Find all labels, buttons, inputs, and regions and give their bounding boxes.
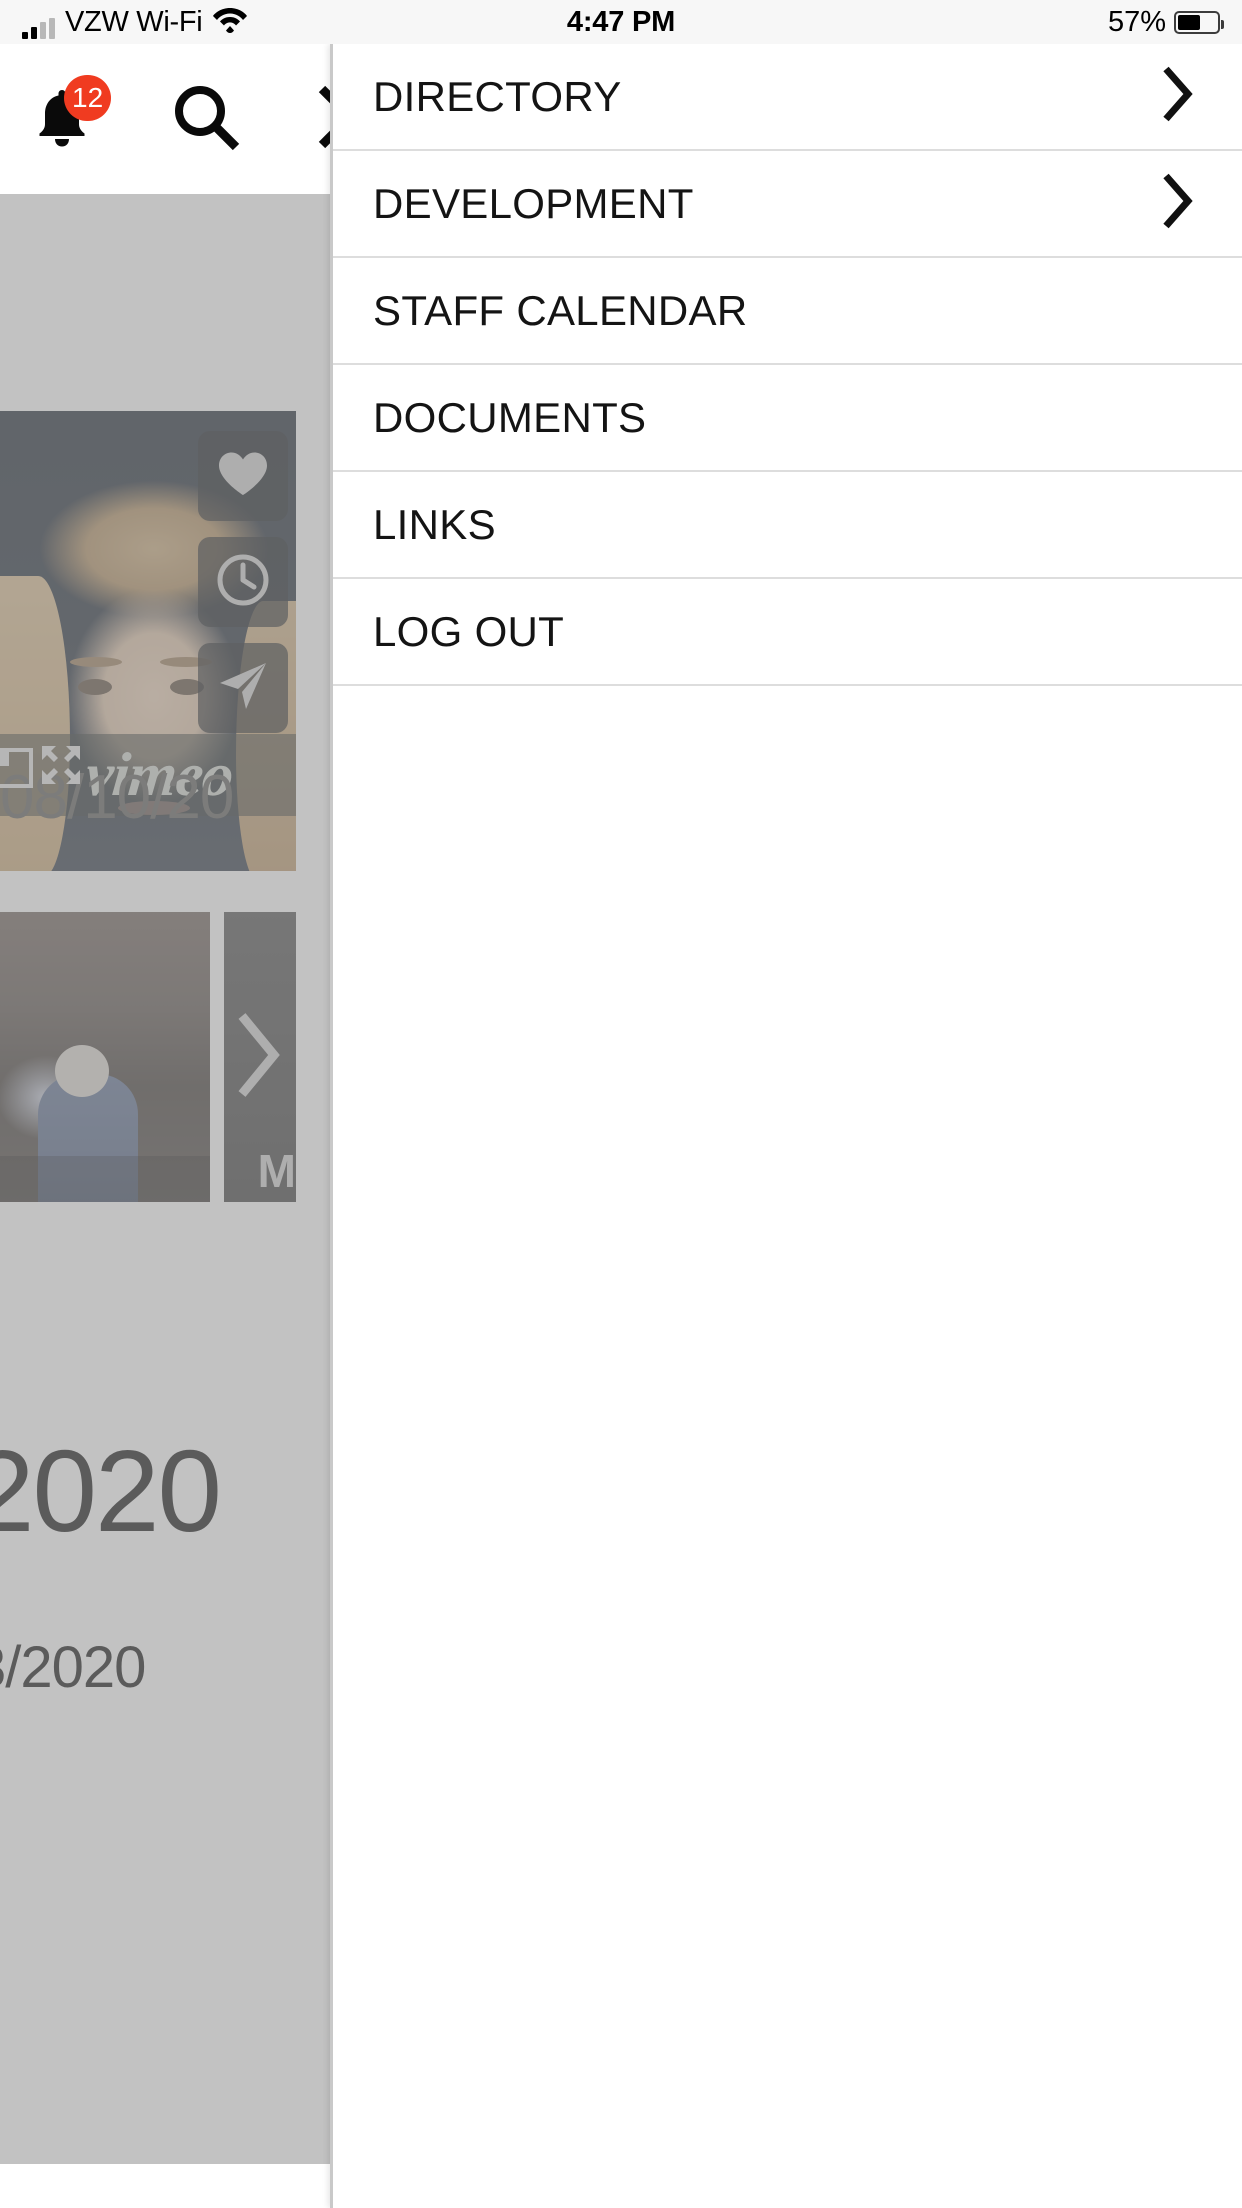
status-bar-time: 4:47 PM [566, 5, 676, 38]
search-button[interactable] [164, 77, 248, 161]
share-button[interactable] [198, 643, 288, 733]
menu-item-label: DEVELOPMENT [373, 179, 694, 227]
like-button[interactable] [198, 431, 288, 521]
menu-item-links[interactable]: LINKS [333, 472, 1242, 579]
carousel-thumbnail[interactable] [0, 912, 210, 1202]
chevron-right-icon [228, 1006, 286, 1109]
heart-icon [217, 450, 269, 503]
menu-item-staff-calendar[interactable]: STAFF CALENDAR [333, 258, 1242, 365]
article-headline: 2020 [0, 1426, 222, 1556]
video-action-buttons [198, 431, 288, 733]
chevron-right-icon [1156, 170, 1196, 237]
article-date: 3/2020 [0, 1635, 146, 1700]
battery-icon [1174, 10, 1224, 34]
notifications-button[interactable]: 12 [20, 75, 112, 161]
video-decor [70, 657, 122, 667]
navigation-drawer: DIRECTORY DEVELOPMENT STAFF CALENDAR DOC… [330, 44, 1242, 2208]
battery-percent-label: 57% [1107, 5, 1166, 38]
status-bar: VZW Wi-Fi 4:47 PM 57% [0, 0, 1242, 44]
picture-in-picture-icon[interactable] [0, 746, 34, 795]
fullscreen-expand-icon[interactable] [36, 740, 86, 795]
menu-item-log-out[interactable]: LOG OUT [333, 579, 1242, 686]
thumbnail-caption-bar [0, 1156, 210, 1202]
menu-item-label: DIRECTORY [373, 72, 622, 120]
search-icon [170, 81, 242, 158]
video-player[interactable]: vimeo 08/10/20 [0, 411, 296, 871]
notification-badge: 12 [64, 75, 112, 121]
menu-item-label: DOCUMENTS [373, 393, 647, 441]
menu-item-label: STAFF CALENDAR [373, 286, 748, 334]
video-decor [78, 679, 112, 695]
menu-item-documents[interactable]: DOCUMENTS [333, 365, 1242, 472]
status-bar-right: 57% [1107, 5, 1224, 39]
share-paper-plane-icon [216, 659, 270, 718]
menu-item-development[interactable]: DEVELOPMENT [333, 151, 1242, 258]
menu-item-directory[interactable]: DIRECTORY [333, 44, 1242, 151]
chevron-right-icon [1156, 63, 1196, 130]
clock-icon [216, 553, 270, 612]
menu-item-label: LINKS [373, 500, 496, 548]
watch-later-button[interactable] [198, 537, 288, 627]
carousel-next-button[interactable] [218, 912, 296, 1202]
mobile-screen: VZW Wi-Fi 4:47 PM 57% 12 vimeo 08/10/20 … [0, 0, 1242, 2208]
menu-item-label: LOG OUT [373, 607, 565, 655]
